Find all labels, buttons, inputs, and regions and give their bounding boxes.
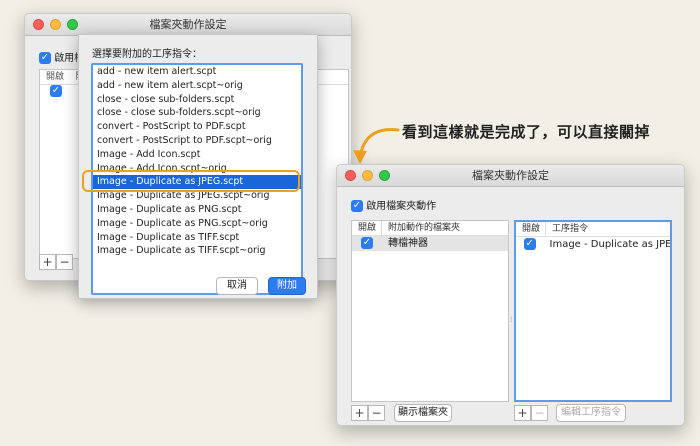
show-folder-button[interactable]: 顯示檔案夾 [394, 404, 452, 422]
checkmark-icon[interactable]: ✓ [523, 238, 536, 250]
attach-script-sheet: 選擇要附加的工序指令： add - new item alert.scpt add… [78, 34, 318, 299]
window-controls [33, 19, 78, 30]
remove-folder-button[interactable]: − [368, 405, 385, 421]
script-list-item[interactable]: add - new item alert.scpt~orig [93, 79, 301, 93]
front-window-title: 檔案夾動作設定 [472, 169, 549, 182]
folders-pane[interactable]: 開啟 附加動作的檔案夾 ✓ 轉檔神器 [351, 220, 509, 402]
zoom-window-button[interactable] [67, 19, 78, 30]
scripts-col-name: 工序指令 [552, 224, 589, 234]
front-window-titlebar: 檔案夾動作設定 [337, 165, 684, 187]
folder-row[interactable]: ✓ 轉檔神器 [352, 236, 508, 251]
script-list-item[interactable]: Image - Add Icon.scpt [93, 148, 301, 162]
scripts-pane[interactable]: 開啟 工序指令 ✓ Image - Duplicate as JPE... [514, 220, 672, 402]
selection-highlight-annotation [82, 170, 300, 192]
back-window-titlebar: 檔案夾動作設定 [25, 14, 351, 36]
checkmark-icon[interactable]: ✓ [361, 237, 373, 249]
add-script-button[interactable]: + [514, 405, 531, 421]
checkmark-icon[interactable]: ✓ [50, 85, 62, 97]
script-list-item[interactable]: close - close sub-folders.scpt [93, 93, 301, 107]
folders-col-on: 開啟 [352, 221, 382, 235]
script-list-item[interactable]: add - new item alert.scpt [93, 65, 301, 79]
script-list-item[interactable]: convert - PostScript to PDF.scpt~orig [93, 134, 301, 148]
sheet-prompt: 選擇要附加的工序指令： [92, 49, 202, 60]
script-list-item[interactable]: convert - PostScript to PDF.scpt [93, 120, 301, 134]
remove-script-button[interactable]: − [531, 405, 548, 421]
edit-script-button[interactable]: 編輯工序指令 [556, 404, 626, 422]
enable-folder-actions-row[interactable]: ✓ 啟用檔案夾動作 [351, 197, 436, 212]
back-col-on: 開啟 [46, 72, 65, 82]
back-add-button[interactable]: + [39, 254, 56, 270]
scripts-col-on: 開啟 [516, 222, 546, 236]
back-remove-button[interactable]: − [56, 254, 73, 270]
front-folder-actions-window: 檔案夾動作設定 ✓ 啟用檔案夾動作 開啟 附加動作的檔案夾 ✓ 轉檔神器 ⁞ 開… [336, 164, 685, 426]
folder-row-name: 轉檔神器 [388, 238, 428, 249]
cancel-button[interactable]: 取消 [216, 277, 258, 295]
scripts-pane-header: 開啟 工序指令 [516, 222, 670, 237]
back-window-title: 檔案夾動作設定 [149, 18, 227, 31]
annotation-text: 看到這樣就是完成了，可以直接關掉 [402, 123, 651, 141]
folders-pane-header: 開啟 附加動作的檔案夾 [352, 221, 508, 236]
minimize-window-button[interactable] [50, 19, 61, 30]
checkmark-icon[interactable]: ✓ [351, 200, 363, 212]
folders-col-name: 附加動作的檔案夾 [388, 223, 461, 233]
script-list-item[interactable]: close - close sub-folders.scpt~orig [93, 106, 301, 120]
zoom-window-button[interactable] [379, 170, 390, 181]
checkmark-icon[interactable]: ✓ [39, 52, 51, 64]
close-window-button[interactable] [345, 170, 356, 181]
close-window-button[interactable] [33, 19, 44, 30]
script-list-item[interactable]: Image - Duplicate as TIFF.scpt~orig [93, 244, 301, 258]
attach-button[interactable]: 附加 [268, 277, 306, 295]
script-row[interactable]: ✓ Image - Duplicate as JPE... [516, 237, 670, 252]
enable-folder-actions-label: 啟用檔案夾動作 [366, 201, 437, 212]
script-list-item[interactable]: Image - Duplicate as PNG.scpt [93, 203, 301, 217]
script-row-name: Image - Duplicate as JPE... [549, 239, 671, 250]
script-list-item[interactable]: Image - Duplicate as PNG.scpt~orig [93, 217, 301, 231]
pane-splitter-handle[interactable]: ⁞ [510, 315, 513, 327]
add-folder-button[interactable]: + [351, 405, 368, 421]
window-controls [345, 170, 390, 181]
curved-arrow-icon [353, 128, 400, 164]
folder-row-check[interactable]: ✓ [352, 236, 382, 251]
script-row-check[interactable]: ✓ [516, 237, 544, 252]
script-list-item[interactable]: Image - Duplicate as TIFF.scpt [93, 231, 301, 245]
minimize-window-button[interactable] [362, 170, 373, 181]
